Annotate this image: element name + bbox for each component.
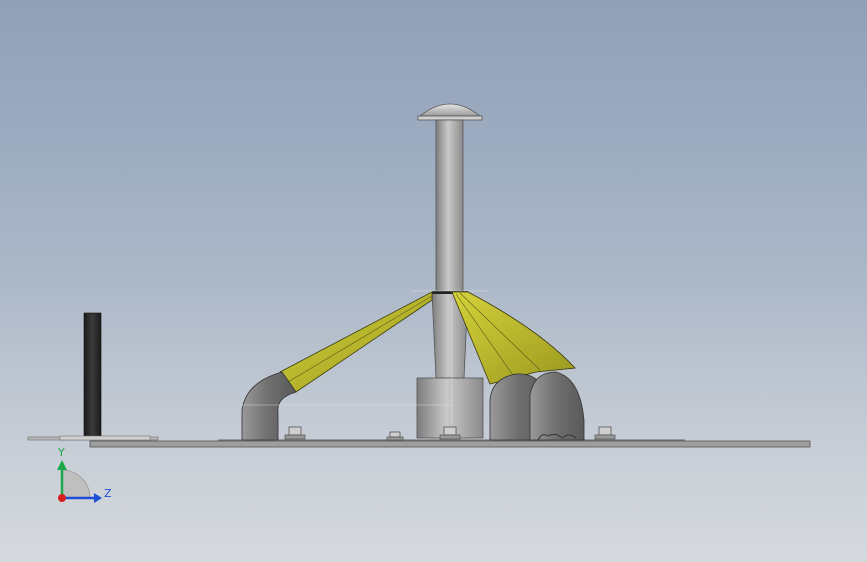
bolt[interactable] (594, 426, 616, 440)
cad-graphics-viewport[interactable]: Y Z (0, 0, 867, 562)
central-pole[interactable] (416, 103, 484, 439)
z-axis-label: Z (104, 487, 112, 500)
triad-quadrant (61, 469, 91, 499)
z-axis-arrowhead (94, 493, 102, 503)
bolt[interactable] (284, 426, 306, 440)
left-arm[interactable] (241, 291, 433, 441)
triad-origin (58, 494, 66, 502)
bolt[interactable] (386, 431, 404, 441)
vertical-post[interactable] (59, 312, 151, 441)
y-axis-arrowhead (57, 460, 67, 470)
y-axis-label: Y (57, 446, 65, 459)
model-scene[interactable]: Y Z (0, 0, 867, 562)
coordinate-triad[interactable]: Y Z (57, 446, 112, 503)
